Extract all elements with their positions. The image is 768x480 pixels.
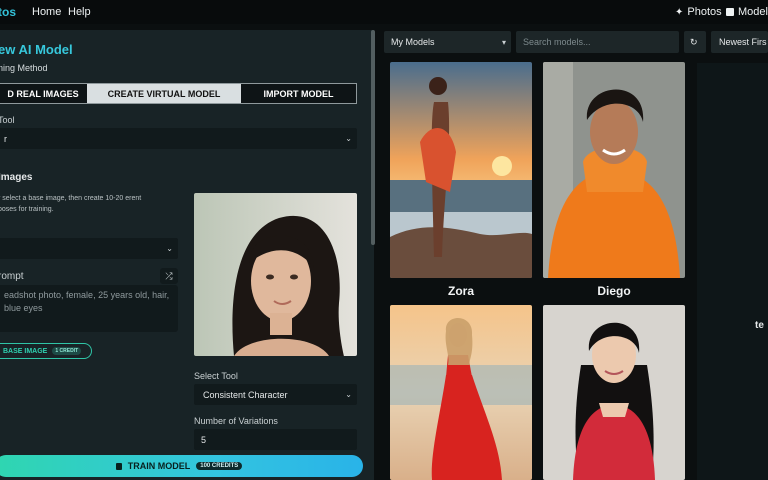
base-image-label: BASE IMAGE [3,347,48,355]
variations-label: Number of Variations [194,416,278,426]
model-details-panel: te [697,63,768,480]
model-card-3[interactable] [390,305,532,480]
lock-icon [115,462,122,470]
images-section-desc: r select a base image, then create 10-20… [0,195,142,213]
red-top-photo [543,305,685,480]
train-model-button[interactable]: TRAIN MODEL 100 CREDITS [0,455,363,477]
details-panel-text: te [755,320,764,331]
nav-models[interactable]: Models [726,6,768,18]
chevron-down-icon: ⌄ [345,134,352,143]
tab-import-model[interactable]: IMPORT MODEL [241,84,356,103]
images-section-title: Images [0,172,33,183]
tool-select[interactable]: r ⌄ [0,128,357,149]
sort-value: Newest Firs [719,37,767,47]
base-image-preview [194,193,357,356]
train-model-label: TRAIN MODEL [127,461,191,471]
zora-photo [390,62,532,278]
model-card-zora[interactable] [390,62,532,278]
tool-select-value: r [4,133,7,144]
sort-select[interactable]: Newest Firs [711,31,768,53]
prompt-label: rompt [0,271,24,282]
prompt-textarea[interactable]: eadshot photo, female, 25 years old, hai… [0,285,178,332]
training-method-tabs: D REAL IMAGES CREATE VIRTUAL MODEL IMPOR… [0,83,357,104]
select-tool-label: Select Tool [194,371,238,381]
tab-create-virtual-model[interactable]: CREATE VIRTUAL MODEL [87,84,241,103]
model-card-4[interactable] [543,305,685,480]
top-bar: tos Home Help ✦ Photos Models [0,0,768,24]
model-filter-value: My Models [391,37,435,47]
card-name-zora: Zora [447,284,474,298]
nav-photos[interactable]: ✦ Photos [675,6,722,18]
variations-value: 5 [201,434,207,445]
training-method-label: ning Method [0,63,48,73]
tool-label: Tool [0,115,15,125]
search-placeholder: Search models... [523,37,591,47]
nav-photos-label: Photos [687,6,722,18]
model-filter-select[interactable]: My Models ▾ [384,31,511,53]
generate-base-image-button[interactable]: BASE IMAGE 1 CREDIT [0,343,92,359]
brand-logo[interactable]: tos [0,5,16,19]
model-card-diego[interactable] [543,62,685,278]
train-credits-badge: 100 CREDITS [196,462,243,470]
credit-badge: 1 CREDIT [52,347,82,355]
chevron-down-icon: ⌄ [345,390,352,399]
search-input[interactable]: Search models... [516,31,679,53]
tab-real-images[interactable]: D REAL IMAGES [0,84,87,103]
variations-input[interactable]: 5 [194,429,357,450]
select-tool-value: Consistent Character [203,389,288,400]
red-dress-photo [390,305,532,480]
nav-home[interactable]: Home [32,6,61,18]
nav-help[interactable]: Help [68,6,91,18]
chevron-down-icon: ⌄ [166,244,173,253]
diego-photo [543,62,685,278]
sparkle-icon: ✦ [675,6,684,18]
model-select[interactable]: ⌄ [0,238,178,259]
models-icon [726,8,734,16]
select-tool-dropdown[interactable]: Consistent Character ⌄ [194,384,357,405]
shuffle-icon[interactable]: ⤮ [160,268,178,284]
refresh-icon: ↻ [690,36,698,47]
panel-title: ew AI Model [0,42,73,57]
nav-models-label: Models [738,6,768,18]
portrait-illustration [194,193,357,356]
card-name-diego: Diego [597,284,631,298]
chevron-down-icon: ▾ [501,38,506,47]
panel-scrollbar[interactable] [371,30,375,245]
refresh-button[interactable]: ↻ [684,31,706,53]
